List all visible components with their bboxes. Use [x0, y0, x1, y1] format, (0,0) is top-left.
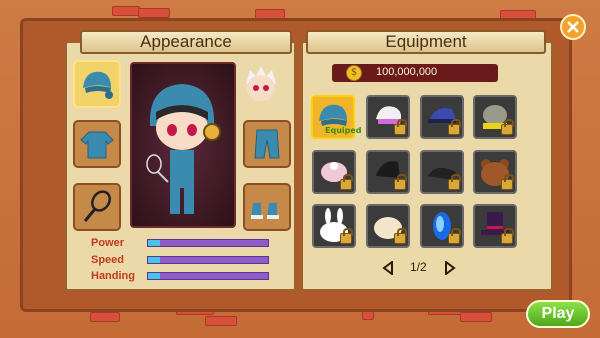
lock-icon — [394, 174, 407, 190]
stat-fill-handing — [148, 273, 160, 279]
pet-avatar[interactable] — [242, 62, 280, 106]
stat-label-speed: Speed — [91, 254, 125, 266]
lock-icon — [394, 228, 407, 244]
brick-decoration — [138, 8, 170, 18]
stat-fill-speed — [148, 257, 160, 263]
equipment-item[interactable] — [473, 95, 517, 139]
stat-bar-handing — [147, 272, 269, 280]
equipment-title: Equipment — [306, 30, 546, 54]
next-page-button[interactable] — [444, 260, 456, 276]
equipment-item[interactable] — [366, 150, 410, 194]
brick-decoration — [205, 316, 237, 326]
lock-icon — [448, 119, 461, 135]
stat-bar-speed — [147, 256, 269, 264]
equipped-label: Equiped — [325, 126, 362, 135]
appearance-title: Appearance — [80, 30, 292, 54]
close-button[interactable] — [560, 14, 586, 40]
slot-hat[interactable] — [73, 60, 121, 108]
lock-icon — [340, 228, 353, 244]
equipment-item[interactable] — [366, 204, 410, 248]
slot-weapon[interactable] — [73, 183, 121, 231]
equipment-item[interactable] — [473, 204, 517, 248]
play-button[interactable]: Play — [526, 300, 590, 328]
equipment-item[interactable] — [366, 95, 410, 139]
lock-icon — [501, 119, 514, 135]
stat-label-handing: Handing — [91, 270, 135, 282]
lock-icon — [448, 228, 461, 244]
lock-icon — [448, 174, 461, 190]
lock-icon — [340, 174, 353, 190]
equipment-item[interactable] — [420, 204, 464, 248]
prev-page-button[interactable] — [382, 260, 394, 276]
equipment-item[interactable] — [420, 150, 464, 194]
equipment-item[interactable] — [312, 204, 356, 248]
shoes-icon — [251, 203, 279, 219]
stat-fill-power — [148, 240, 160, 246]
slot-top[interactable] — [73, 120, 121, 168]
stat-label-power: Power — [91, 237, 125, 249]
page-indicator: 1/2 — [410, 260, 427, 274]
game-screen: Appearance Power Speed Handing Equipment… — [0, 0, 600, 338]
pants-icon — [254, 129, 280, 159]
character-preview — [130, 62, 236, 228]
lock-icon — [501, 228, 514, 244]
close-icon — [567, 21, 579, 33]
gold-bar: $ 100,000,000 — [332, 64, 498, 82]
hat-icon — [83, 71, 113, 99]
slot-shoes[interactable] — [243, 183, 291, 231]
brick-decoration — [90, 312, 120, 322]
equipment-item[interactable] — [420, 95, 464, 139]
pet-icon — [246, 66, 276, 101]
equipment-item-hat[interactable]: Equiped — [311, 95, 362, 139]
coin-icon: $ — [346, 65, 362, 81]
brick-decoration — [112, 6, 140, 16]
lock-icon — [394, 119, 407, 135]
racket-icon — [83, 190, 111, 222]
chevron-right-icon — [445, 260, 456, 276]
character-avatar — [146, 84, 221, 214]
equipment-item[interactable] — [312, 150, 356, 194]
stat-bar-power — [147, 239, 269, 247]
brick-decoration — [460, 312, 492, 322]
slot-pants[interactable] — [243, 120, 291, 168]
equipment-item[interactable] — [473, 150, 517, 194]
gold-amount: 100,000,000 — [376, 66, 438, 78]
chevron-left-icon — [382, 260, 393, 276]
shirt-icon — [80, 131, 114, 159]
lock-icon — [501, 174, 514, 190]
